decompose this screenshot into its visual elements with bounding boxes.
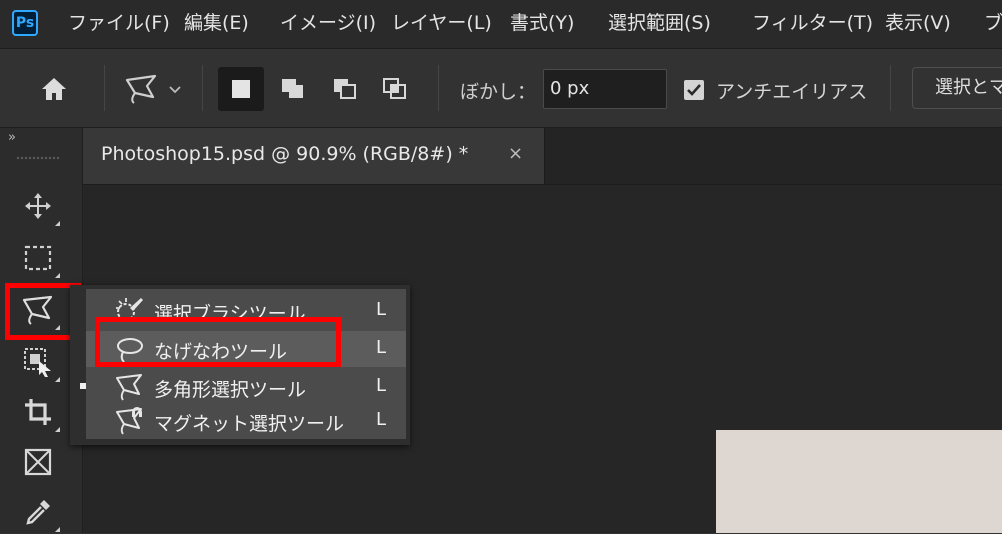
submenu-indicator: [55, 377, 60, 382]
photoshop-logo: Ps: [12, 10, 38, 36]
document-canvas[interactable]: [716, 430, 1002, 533]
object-selection-tool[interactable]: [14, 340, 62, 384]
antialias-label: アンチエイリアス: [716, 81, 868, 103]
panel-grip[interactable]: [16, 156, 60, 160]
separator: [438, 65, 439, 111]
feather-label: ぼかし：: [460, 81, 537, 103]
polygonal-lasso-icon: [116, 374, 142, 401]
crop-tool[interactable]: [14, 390, 62, 434]
menu-edit[interactable]: 編集(E): [184, 10, 249, 36]
close-icon[interactable]: ×: [508, 143, 523, 164]
intersect-selection-icon: [383, 78, 406, 99]
crop-icon: [25, 399, 51, 425]
flyout-item-shortcut: L: [376, 337, 387, 358]
eyedropper-icon: [26, 500, 50, 525]
separator: [202, 65, 203, 111]
options-bar: ぼかし： 0 px アンチエイリアス 選択とマ: [0, 49, 1002, 128]
submenu-indicator: [55, 273, 60, 278]
document-tab-title: Photoshop15.psd @ 90.9% (RGB/8#) *: [101, 143, 469, 165]
menu-bar: Ps ファイル(F) 編集(E) イメージ(I) レイヤー(L) 書式(Y) 選…: [0, 0, 1002, 49]
flyout-item-magnetic-lasso[interactable]: マグネット選択ツール L: [86, 403, 406, 439]
flyout-item-shortcut: L: [376, 409, 387, 430]
home-icon: [42, 78, 66, 100]
menu-view[interactable]: 表示(V): [885, 10, 951, 36]
antialias-checkbox[interactable]: [684, 80, 704, 100]
flyout-item-shortcut: L: [376, 299, 387, 320]
feather-input[interactable]: 0 px: [543, 69, 667, 109]
flyout-item-label: 多角形選択ツール: [154, 379, 307, 401]
move-icon: [25, 193, 51, 219]
object-selection-icon: [24, 348, 51, 377]
submenu-indicator: [55, 527, 60, 532]
lasso-icon: [125, 74, 157, 104]
menu-layer[interactable]: レイヤー(L): [391, 10, 492, 36]
frame-icon: [24, 448, 52, 476]
flyout-item-label: マグネット選択ツール: [154, 413, 345, 435]
chevron-down-icon: [169, 86, 181, 94]
subtract-from-selection-icon: [334, 79, 356, 99]
menu-select[interactable]: 選択範囲(S): [608, 10, 711, 36]
collapse-panel-button[interactable]: »: [8, 130, 16, 145]
menu-file[interactable]: ファイル(F): [68, 10, 170, 36]
separator: [890, 65, 891, 111]
checkmark-icon: [687, 84, 701, 96]
add-to-selection-button[interactable]: [270, 67, 316, 111]
select-and-mask-button[interactable]: 選択とマ: [912, 67, 1002, 109]
eyedropper-tool[interactable]: [14, 490, 62, 534]
new-selection-button[interactable]: [218, 67, 264, 111]
new-selection-icon: [232, 80, 250, 98]
intersect-selection-button[interactable]: [372, 67, 418, 111]
menu-image[interactable]: イメージ(I): [280, 10, 376, 36]
submenu-indicator: [55, 427, 60, 432]
menu-plugins[interactable]: ブ: [984, 10, 1002, 36]
move-tool[interactable]: [14, 184, 62, 228]
rectangular-marquee-icon: [24, 245, 52, 271]
document-tab-bar: Photoshop15.psd @ 90.9% (RGB/8#) * ×: [83, 128, 1002, 185]
frame-tool[interactable]: [14, 440, 62, 484]
home-button[interactable]: [34, 71, 74, 107]
separator: [104, 65, 105, 111]
subtract-from-selection-button[interactable]: [322, 67, 368, 111]
flyout-item-polygonal-lasso[interactable]: 多角形選択ツール L: [80, 369, 406, 405]
add-to-selection-icon: [282, 79, 303, 98]
flyout-item-shortcut: L: [376, 375, 387, 396]
magnetic-lasso-icon: [116, 407, 142, 435]
marquee-tool[interactable]: [14, 236, 62, 280]
lasso-item-highlight: [95, 317, 341, 367]
menu-filter[interactable]: フィルター(T): [752, 10, 873, 36]
document-tab[interactable]: Photoshop15.psd @ 90.9% (RGB/8#) * ×: [83, 128, 545, 184]
submenu-indicator: [55, 221, 60, 226]
tool-preset-picker[interactable]: [114, 69, 190, 109]
menu-type[interactable]: 書式(Y): [510, 10, 574, 36]
current-tool-marker: [80, 383, 86, 389]
